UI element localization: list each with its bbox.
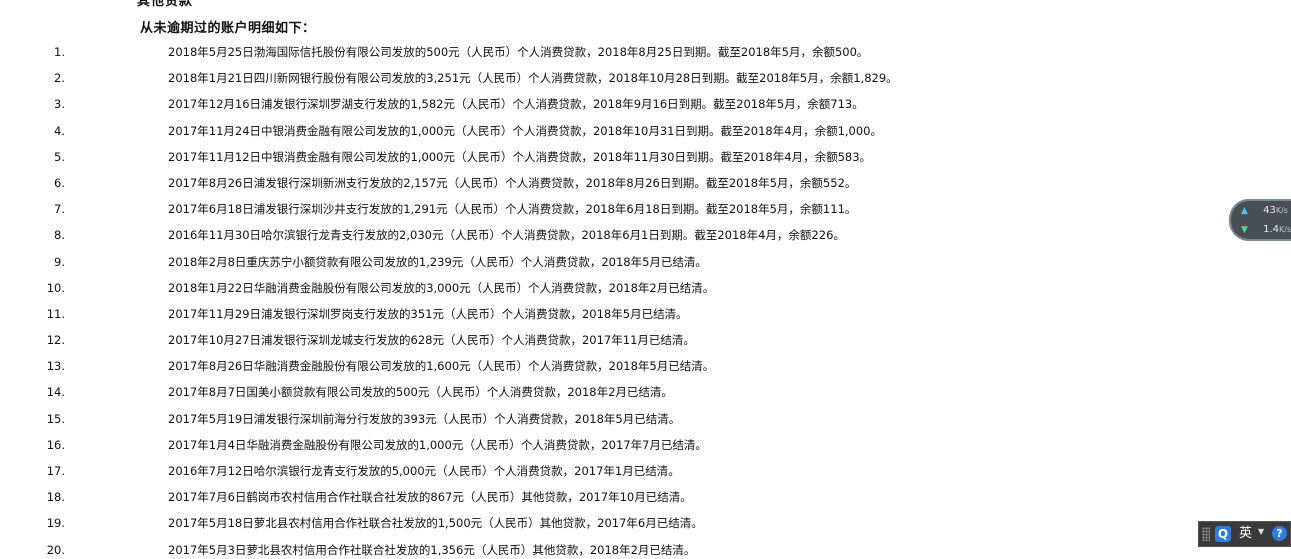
list-item-number: 3. xyxy=(54,97,65,112)
list-item-number: 16. xyxy=(46,437,65,452)
list-item: 2. 2018年1月21日四川新网银行股份有限公司发放的3,251元（人民币）个人… xyxy=(0,65,1200,91)
list-item-text: 2017年11月24日中银消费金融有限公司发放的1,000元（人民币）个人消费贷… xyxy=(168,123,882,138)
list-item-text: 2017年5月3日萝北县农村信用合作社联合社发放的1,356元（人民币）其他贷款… xyxy=(168,542,696,557)
credit-report-page: 其他贷款 从未逾期过的账户明细如下： 1. 2018年5月25日渤海国际信托股份有… xyxy=(0,0,1291,559)
list-item: 9. 2018年2月8日重庆苏宁小额贷款有限公司发放的1,239元（人民币）个人消… xyxy=(0,249,1200,275)
list-item-text: 2017年1月4日华融消费金融股份有限公司发放的1,000元（人民币）个人消费贷… xyxy=(168,437,707,452)
download-speed: ▼ 1.4K/s xyxy=(1241,222,1291,238)
list-item-text: 2017年10月27日浦发银行深圳龙城支行发放的628元（人民币）个人消费贷款，… xyxy=(168,333,695,348)
list-item-number: 10. xyxy=(46,280,65,295)
download-speed-value: 1.4 xyxy=(1263,224,1280,235)
list-item-number: 17. xyxy=(46,464,65,478)
list-item: 12. 2017年10月27日浦发银行深圳龙城支行发放的628元（人民币）个人消费… xyxy=(0,327,1200,353)
list-item-number: 6. xyxy=(54,175,65,190)
list-item: 17. 2016年7月12日哈尔滨银行龙青支行发放的5,000元（人民币）个人消费… xyxy=(0,458,1200,484)
list-item: 5. 2017年11月12日中银消费金融有限公司发放的1,000元（人民币）个人消… xyxy=(0,144,1200,170)
list-item-text: 2018年2月8日重庆苏宁小额贷款有限公司发放的1,239元（人民币）个人消费贷… xyxy=(168,254,707,269)
list-item: 1. 2018年5月25日渤海国际信托股份有限公司发放的500元（人民币）个人消费… xyxy=(0,39,1200,65)
list-item-text: 2017年7月6日鹤岗市农村信用合作社联合社发放的867元（人民币）其他贷款，2… xyxy=(168,490,692,505)
list-item: 4. 2017年11月24日中银消费金融有限公司发放的1,000元（人民币）个人消… xyxy=(0,118,1200,144)
list-item-number: 14. xyxy=(46,385,65,400)
list-item-text: 2017年8月26日浦发银行深圳新洲支行发放的2,157元（人民币）个人消费贷款… xyxy=(168,175,857,190)
list-item: 15. 2017年5月19日浦发银行深圳前海分行发放的393元（人民币）个人消费贷… xyxy=(0,406,1200,432)
list-item-text: 2018年1月21日四川新网银行股份有限公司发放的3,251元（人民币）个人消费… xyxy=(168,71,898,86)
list-item: 13. 2017年8月26日华融消费金融股份有限公司发放的1,600元（人民币）个… xyxy=(0,353,1200,379)
list-item: 3. 2017年12月16日浦发银行深圳罗湖支行发放的1,582元（人民币）个人消… xyxy=(0,91,1200,117)
list-item: 19. 2017年5月18日萝北县农村信用合作社联合社发放的1,500元（人民币）… xyxy=(0,510,1200,536)
list-item-number: 2. xyxy=(54,71,65,86)
download-speed-unit: K/s xyxy=(1279,225,1291,234)
list-item-number: 4. xyxy=(54,123,65,138)
list-item-number: 19. xyxy=(46,516,65,531)
list-item-text: 2017年5月19日浦发银行深圳前海分行发放的393元（人民币）个人消费贷款，2… xyxy=(168,411,681,426)
list-item-number: 15. xyxy=(46,411,65,426)
list-item: 8. 2016年11月30日哈尔滨银行龙青支行发放的2,030元（人民币）个人消费… xyxy=(0,222,1200,248)
list-item-text: 2018年1月22日华融消费金融股份有限公司发放的3,000元（人民币）个人消费… xyxy=(168,280,715,295)
ime-language-toggle[interactable]: 英 xyxy=(1239,525,1252,543)
list-item-text: 2017年6月18日浦发银行深圳沙井支行发放的1,291元（人民币）个人消费贷款… xyxy=(168,202,857,217)
list-item: 7. 2017年6月18日浦发银行深圳沙井支行发放的1,291元（人民币）个人消费… xyxy=(0,196,1200,222)
list-item-number: 13. xyxy=(46,359,65,374)
list-item: 14. 2017年8月7日国美小额贷款有限公司发放的500元（人民币）个人消费贷款… xyxy=(0,379,1200,405)
list-item-number: 12. xyxy=(46,333,65,348)
list-item-text: 2017年8月7日国美小额贷款有限公司发放的500元（人民币）个人消费贷款，20… xyxy=(168,385,673,400)
list-item-text: 2017年5月18日萝北县农村信用合作社联合社发放的1,500元（人民币）其他贷… xyxy=(168,516,703,531)
upload-speed-value: 43 xyxy=(1263,205,1276,216)
list-item-text: 2017年11月29日浦发银行深圳罗岗支行发放的351元（人民币）个人消费贷款，… xyxy=(168,306,688,321)
chevron-down-icon[interactable]: ▼ xyxy=(1258,527,1264,536)
list-item-number: 9. xyxy=(54,254,65,269)
list-item-text: 2017年8月26日华融消费金融股份有限公司发放的1,600元（人民币）个人消费… xyxy=(168,359,715,374)
help-icon[interactable]: ? xyxy=(1272,526,1287,541)
loan-account-list: 1. 2018年5月25日渤海国际信托股份有限公司发放的500元（人民币）个人消费… xyxy=(0,39,1200,559)
list-item-number: 5. xyxy=(54,149,65,164)
list-item-number: 20. xyxy=(46,542,65,557)
list-item-text: 2016年11月30日哈尔滨银行龙青支行发放的2,030元（人民币）个人消费贷款… xyxy=(168,228,845,243)
list-item: 16. 2017年1月4日华融消费金融股份有限公司发放的1,000元（人民币）个人… xyxy=(0,432,1200,458)
list-item-number: 7. xyxy=(54,202,65,217)
drag-handle-icon[interactable] xyxy=(1202,527,1210,541)
list-item-text: 2017年11月12日中银消费金融有限公司发放的1,000元（人民币）个人消费贷… xyxy=(168,149,872,164)
list-item-text: 2018年5月25日渤海国际信托股份有限公司发放的500元（人民币）个人消费贷款… xyxy=(168,45,869,59)
list-subheading: 从未逾期过的账户明细如下： xyxy=(140,21,316,36)
list-item-text: 2017年12月16日浦发银行深圳罗湖支行发放的1,582元（人民币）个人消费贷… xyxy=(168,97,864,112)
list-item-text: 2016年7月12日哈尔滨银行龙青支行发放的5,000元（人民币）个人消费贷款，… xyxy=(168,464,680,478)
list-item-number: 8. xyxy=(54,228,65,243)
ime-toolbar[interactable]: Q 英 ▼ ? xyxy=(1198,521,1291,547)
section-title: 其他贷款 xyxy=(137,0,194,9)
ime-logo-icon[interactable]: Q xyxy=(1215,526,1231,542)
list-item: 20. 2017年5月3日萝北县农村信用合作社联合社发放的1,356元（人民币）其… xyxy=(0,537,1200,559)
list-item: 18. 2017年7月6日鹤岗市农村信用合作社联合社发放的867元（人民币）其他贷… xyxy=(0,484,1200,510)
list-item-number: 11. xyxy=(46,306,65,321)
list-item: 11. 2017年11月29日浦发银行深圳罗岗支行发放的351元（人民币）个人消费… xyxy=(0,301,1200,327)
upload-speed-unit: K/s xyxy=(1275,206,1288,215)
upload-arrow-icon: ▲ xyxy=(1241,206,1248,216)
network-speed-widget[interactable]: ▲ 43K/s ▼ 1.4K/s xyxy=(1229,199,1291,241)
list-item-number: 18. xyxy=(46,490,65,505)
upload-speed: ▲ 43K/s xyxy=(1241,203,1288,219)
download-arrow-icon: ▼ xyxy=(1241,225,1248,235)
list-item-number: 1. xyxy=(54,45,65,59)
list-item: 10. 2018年1月22日华融消费金融股份有限公司发放的3,000元（人民币）个… xyxy=(0,275,1200,301)
list-item: 6. 2017年8月26日浦发银行深圳新洲支行发放的2,157元（人民币）个人消费… xyxy=(0,170,1200,196)
